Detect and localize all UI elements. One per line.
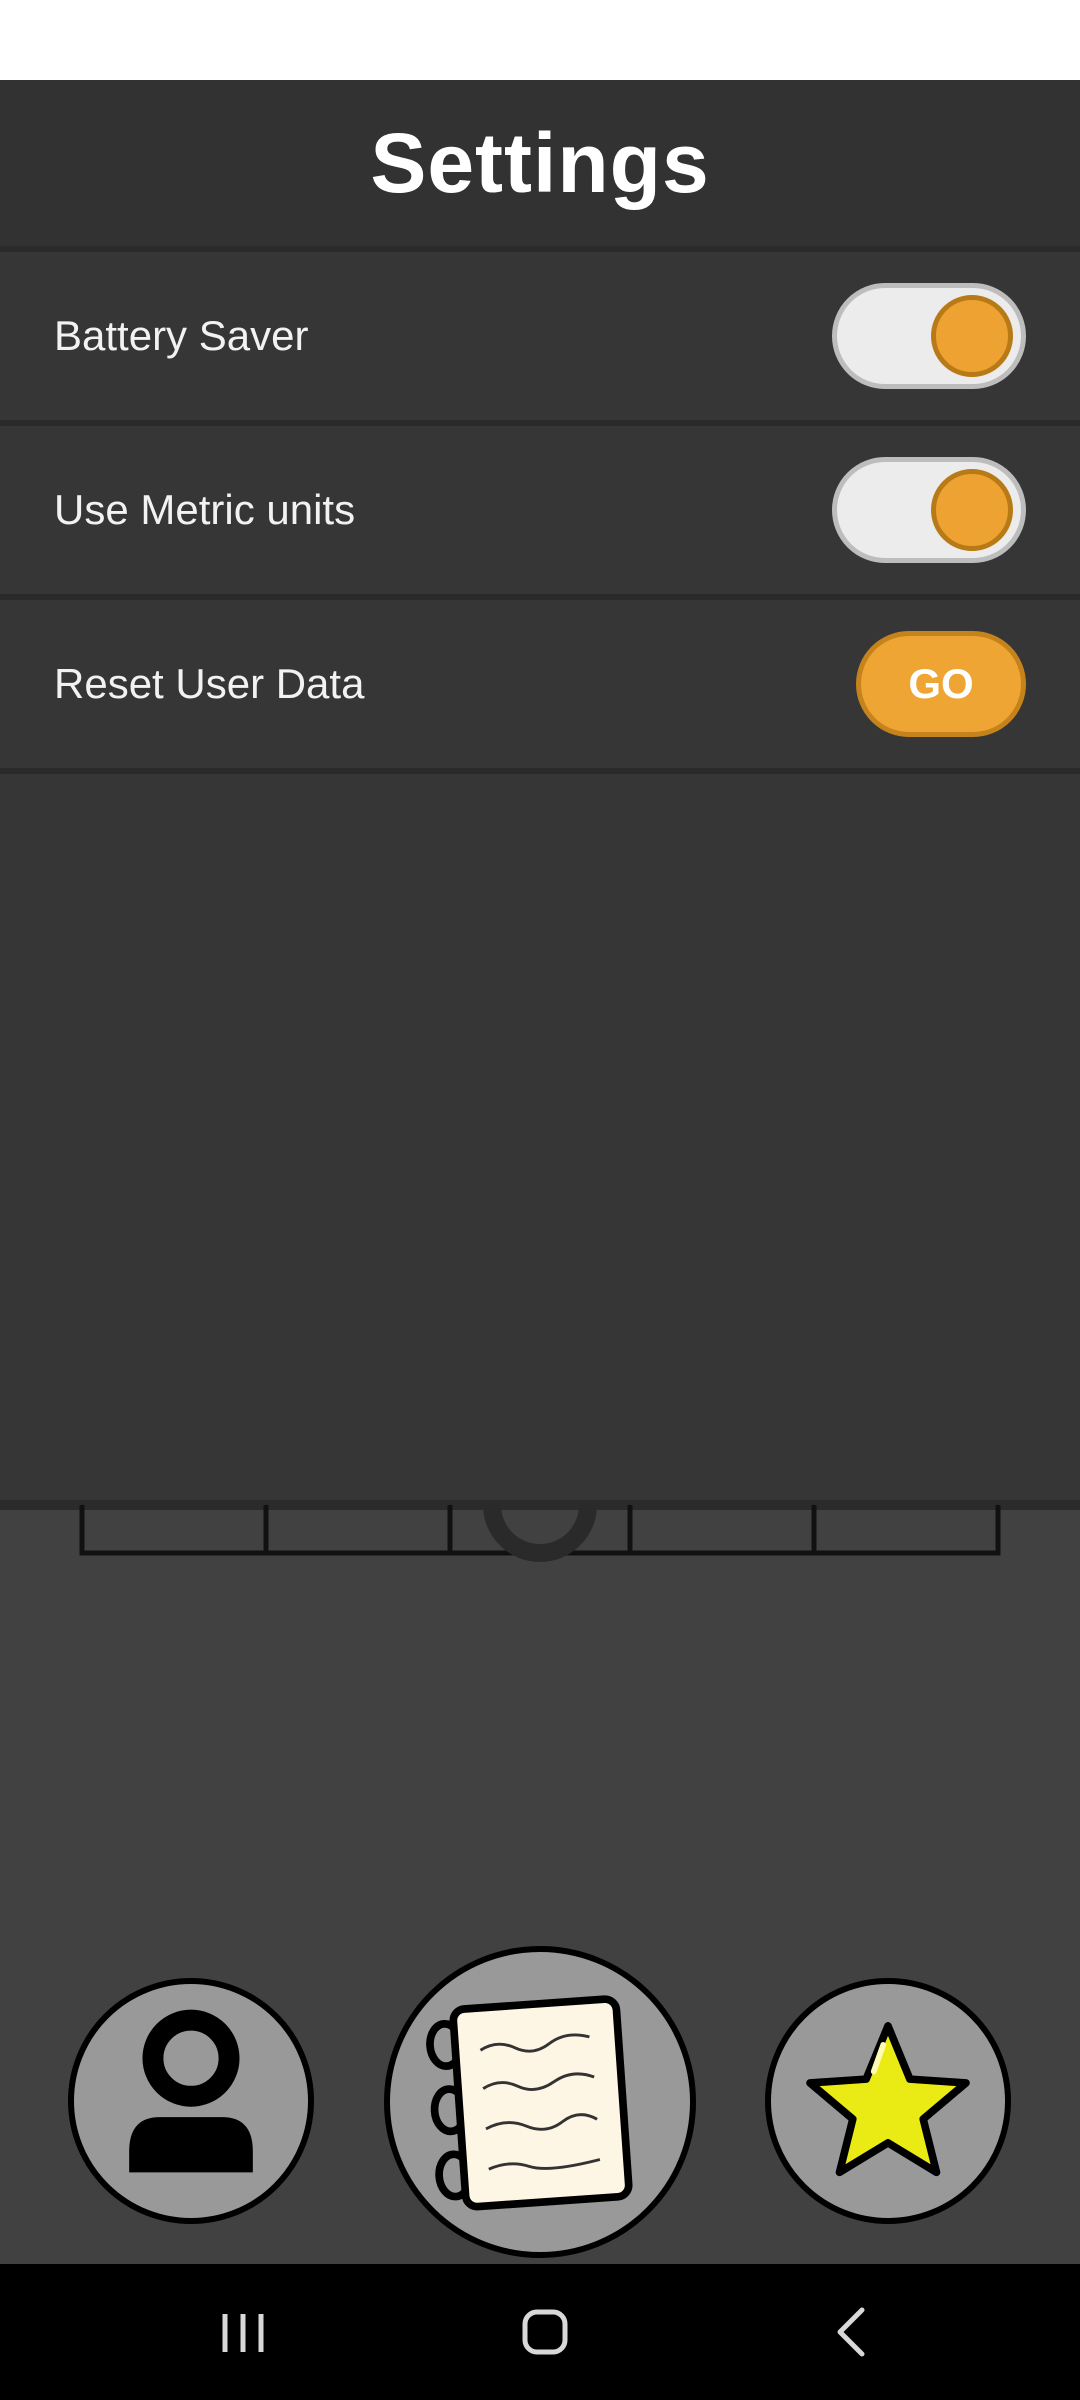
notebook-icon xyxy=(426,1995,633,2211)
battery-saver-toggle[interactable] xyxy=(832,283,1026,389)
home-button[interactable] xyxy=(465,2264,625,2400)
favorites-button[interactable] xyxy=(765,1978,1011,2224)
profile-button[interactable] xyxy=(68,1978,314,2224)
setting-row-reset-user-data: Reset User Data GO xyxy=(0,600,1080,768)
reset-user-data-go-button[interactable]: GO xyxy=(856,631,1026,737)
system-navigation-bar xyxy=(0,2264,1080,2400)
metric-units-toggle[interactable] xyxy=(832,457,1026,563)
status-bar xyxy=(0,0,1080,80)
background-grid-strip xyxy=(79,1505,1001,1562)
recent-apps-button[interactable] xyxy=(163,2264,323,2400)
setting-row-metric-units: Use Metric units xyxy=(0,426,1080,594)
toggle-knob xyxy=(931,469,1013,551)
settings-panel: Settings Battery Saver Use Metric units … xyxy=(0,80,1080,1508)
home-icon xyxy=(522,2309,568,2355)
back-icon xyxy=(837,2307,865,2357)
settings-header: Settings xyxy=(0,80,1080,246)
profile-icon xyxy=(129,2009,253,2173)
setting-label: Use Metric units xyxy=(54,486,356,533)
star-icon xyxy=(806,2022,970,2177)
back-button[interactable] xyxy=(770,2264,930,2400)
setting-label: Reset User Data xyxy=(54,660,365,707)
setting-label: Battery Saver xyxy=(54,312,309,359)
notebook-button[interactable] xyxy=(384,1946,696,2258)
recent-apps-icon xyxy=(222,2314,264,2352)
toggle-knob xyxy=(931,295,1013,377)
setting-row-battery-saver: Battery Saver xyxy=(0,252,1080,420)
page-title: Settings xyxy=(370,115,710,210)
divider xyxy=(0,768,1080,774)
